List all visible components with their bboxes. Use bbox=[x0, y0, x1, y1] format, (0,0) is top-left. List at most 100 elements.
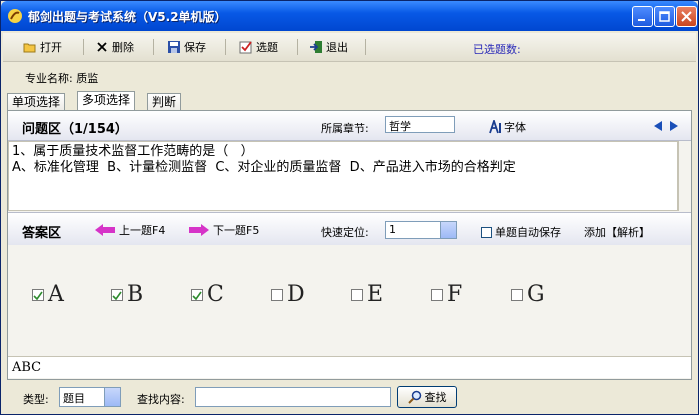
option-d[interactable]: D bbox=[271, 282, 305, 307]
option-letter: B bbox=[127, 282, 144, 307]
answer-options: A B C D E F G bbox=[8, 245, 691, 345]
window-title: 郁剑出题与考试系统（V5.2单机版） bbox=[28, 10, 227, 24]
auto-save-checkbox[interactable]: 单题自动保存 bbox=[481, 224, 561, 240]
add-analysis-button[interactable]: 添加【解析】 bbox=[584, 224, 650, 240]
delete-button[interactable]: 删除 bbox=[95, 37, 134, 57]
chevron-down-icon[interactable] bbox=[104, 388, 120, 406]
left-right-arrows-icon bbox=[654, 121, 678, 131]
option-f[interactable]: F bbox=[431, 282, 462, 307]
select-questions-label: 选题 bbox=[256, 41, 278, 54]
prev-question-label: 上一题F4 bbox=[119, 224, 166, 237]
option-a[interactable]: A bbox=[32, 282, 64, 307]
delete-x-icon bbox=[97, 42, 107, 52]
search-bar: 类型: 题目 查找内容: 查找 bbox=[3, 383, 696, 411]
question-area-title: 问题区（1/154） bbox=[22, 122, 128, 137]
open-button[interactable]: 打开 bbox=[23, 37, 62, 57]
search-button[interactable]: 查找 bbox=[397, 386, 457, 408]
save-button-label: 保存 bbox=[184, 41, 206, 54]
toolbar-divider bbox=[225, 39, 226, 55]
font-button[interactable]: 字体 bbox=[488, 119, 526, 135]
open-button-label: 打开 bbox=[40, 41, 62, 54]
option-letter: D bbox=[287, 282, 305, 307]
tab-single-choice[interactable]: 单项选择 bbox=[7, 93, 66, 110]
next-question-button[interactable]: 下一题F5 bbox=[188, 222, 259, 238]
prev-question-button[interactable]: 上一题F4 bbox=[94, 222, 165, 238]
option-letter: C bbox=[207, 282, 224, 307]
search-icon bbox=[407, 390, 421, 404]
question-nav-arrows[interactable] bbox=[653, 120, 679, 135]
folder-open-icon bbox=[23, 43, 36, 53]
checkbox-unchecked-icon[interactable] bbox=[511, 288, 523, 301]
arrow-right-icon bbox=[189, 224, 209, 236]
toolbar-divider bbox=[83, 39, 84, 55]
checkbox-unchecked-icon[interactable] bbox=[351, 288, 363, 301]
search-input[interactable] bbox=[195, 387, 391, 407]
checkbox-checked-icon[interactable] bbox=[111, 288, 123, 301]
tab-label: 多项选择 bbox=[82, 93, 131, 107]
question-panel: 问题区（1/154） 所属章节: 哲学 字体 1、属于质量技术监督工作范畴的是（… bbox=[7, 110, 692, 380]
chevron-down-icon[interactable] bbox=[440, 222, 456, 238]
save-button[interactable]: 保存 bbox=[167, 37, 206, 57]
checkbox-unchecked-icon[interactable] bbox=[431, 288, 443, 301]
checkbox-box[interactable] bbox=[481, 226, 492, 238]
option-letter: F bbox=[447, 282, 463, 307]
chapter-input[interactable]: 哲学 bbox=[385, 116, 455, 133]
toolbar-divider bbox=[153, 39, 154, 55]
option-b[interactable]: B bbox=[111, 282, 143, 307]
tab-label: 单项选择 bbox=[12, 95, 61, 109]
search-content-label: 查找内容: bbox=[137, 393, 185, 406]
floppy-disk-icon bbox=[168, 41, 180, 53]
option-e[interactable]: E bbox=[351, 282, 383, 307]
type-label: 类型: bbox=[23, 393, 49, 406]
answer-result-field[interactable]: ABC bbox=[8, 356, 691, 378]
tab-true-false[interactable]: 判断 bbox=[147, 93, 182, 110]
app-window: 郁剑出题与考试系统（V5.2单机版） 打开 删除 保存 选题 退出 已选题数: … bbox=[0, 0, 699, 415]
question-text[interactable]: 1、属于质量技术监督工作范畴的是（ ） A、标准化管理 B、计量检测监督 C、对… bbox=[8, 141, 678, 211]
answer-area-title: 答案区 bbox=[22, 226, 62, 241]
font-icon bbox=[489, 120, 501, 134]
option-c[interactable]: C bbox=[191, 282, 224, 307]
question-area-header: 问题区（1/154） 所属章节: 哲学 字体 bbox=[8, 111, 691, 141]
maximize-button[interactable] bbox=[654, 6, 675, 27]
option-letter: G bbox=[527, 282, 545, 307]
next-question-label: 下一题F5 bbox=[213, 224, 260, 237]
tab-multiple-choice[interactable]: 多项选择 bbox=[77, 91, 136, 111]
toolbar-divider bbox=[365, 39, 366, 55]
delete-button-label: 删除 bbox=[112, 41, 134, 54]
maximize-icon bbox=[659, 11, 670, 22]
checkbox-checked-icon[interactable] bbox=[191, 288, 203, 301]
close-button[interactable] bbox=[676, 6, 697, 27]
type-select-value: 题目 bbox=[63, 392, 85, 405]
quick-locate-select[interactable]: 1 bbox=[385, 221, 457, 239]
exit-button[interactable]: 退出 bbox=[309, 37, 348, 57]
chapter-label: 所属章节: bbox=[321, 122, 369, 135]
minimize-button[interactable] bbox=[632, 6, 653, 27]
select-questions-button[interactable]: 选题 bbox=[239, 37, 278, 57]
quick-locate-label: 快速定位: bbox=[321, 226, 369, 239]
close-icon bbox=[681, 11, 692, 22]
quick-locate-value: 1 bbox=[389, 223, 396, 236]
exit-button-label: 退出 bbox=[326, 41, 348, 54]
major-name-label: 专业名称: 质监 bbox=[25, 72, 99, 85]
exit-door-icon bbox=[310, 41, 322, 53]
toolbar: 打开 删除 保存 选题 退出 已选题数: bbox=[3, 33, 696, 62]
title-bar: 郁剑出题与考试系统（V5.2单机版） bbox=[1, 1, 698, 31]
answer-area-header: 答案区 上一题F4 下一题F5 快速定位: 1 单题自动保存 添加【解析】 bbox=[8, 212, 691, 246]
option-g[interactable]: G bbox=[511, 282, 545, 307]
option-letter: E bbox=[367, 282, 384, 307]
selected-count-label: 已选题数: bbox=[473, 43, 521, 56]
arrow-left-icon bbox=[95, 224, 115, 236]
option-letter: A bbox=[48, 282, 64, 307]
question-scrollbar[interactable] bbox=[678, 141, 691, 211]
toolbar-divider bbox=[297, 39, 298, 55]
minimize-icon bbox=[638, 19, 645, 21]
type-select[interactable]: 题目 bbox=[59, 387, 121, 407]
checklist-icon bbox=[239, 41, 252, 54]
major-name-row: 专业名称: 质监 bbox=[3, 63, 696, 89]
tab-label: 判断 bbox=[152, 95, 177, 109]
checkbox-unchecked-icon[interactable] bbox=[271, 288, 283, 301]
checkbox-checked-icon[interactable] bbox=[32, 288, 44, 301]
app-logo-icon bbox=[8, 9, 22, 23]
search-button-label: 查找 bbox=[424, 391, 447, 404]
auto-save-label: 单题自动保存 bbox=[495, 226, 561, 239]
